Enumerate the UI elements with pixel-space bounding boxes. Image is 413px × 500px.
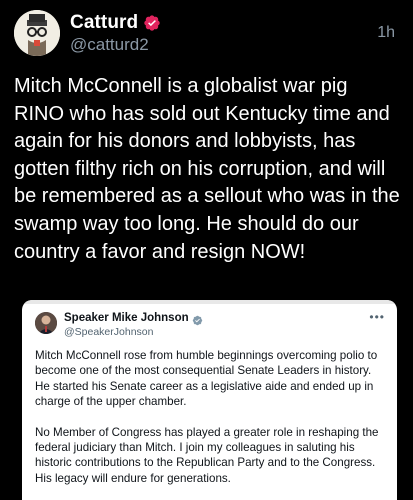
verified-badge-icon (143, 14, 161, 32)
author-handle[interactable]: @catturd2 (70, 35, 149, 55)
quote-top-divider (22, 300, 397, 304)
quoted-avatar[interactable] (35, 312, 57, 334)
quoted-post-text: Mitch McConnell rose from humble beginni… (35, 348, 385, 500)
quoted-author-handle[interactable]: @SpeakerJohnson (64, 326, 153, 338)
quoted-author-name[interactable]: Speaker Mike Johnson (64, 312, 189, 324)
post-text: Mitch McConnell is a globalist war pig R… (14, 75, 400, 263)
quoted-post[interactable]: Speaker Mike Johnson @SpeakerJohnson •••… (22, 300, 397, 500)
verified-badge-icon (192, 313, 203, 325)
quoted-paragraph: Mitch McConnell rose from humble beginni… (35, 349, 378, 409)
more-options-icon[interactable]: ••• (369, 310, 385, 324)
quoted-paragraph: No Member of Congress has played a great… (35, 425, 379, 485)
author-name[interactable]: Catturd (70, 12, 138, 34)
avatar[interactable] (14, 10, 60, 56)
post-timestamp[interactable]: 1h (377, 24, 395, 42)
post-header: Catturd @catturd2 1h (14, 10, 399, 56)
